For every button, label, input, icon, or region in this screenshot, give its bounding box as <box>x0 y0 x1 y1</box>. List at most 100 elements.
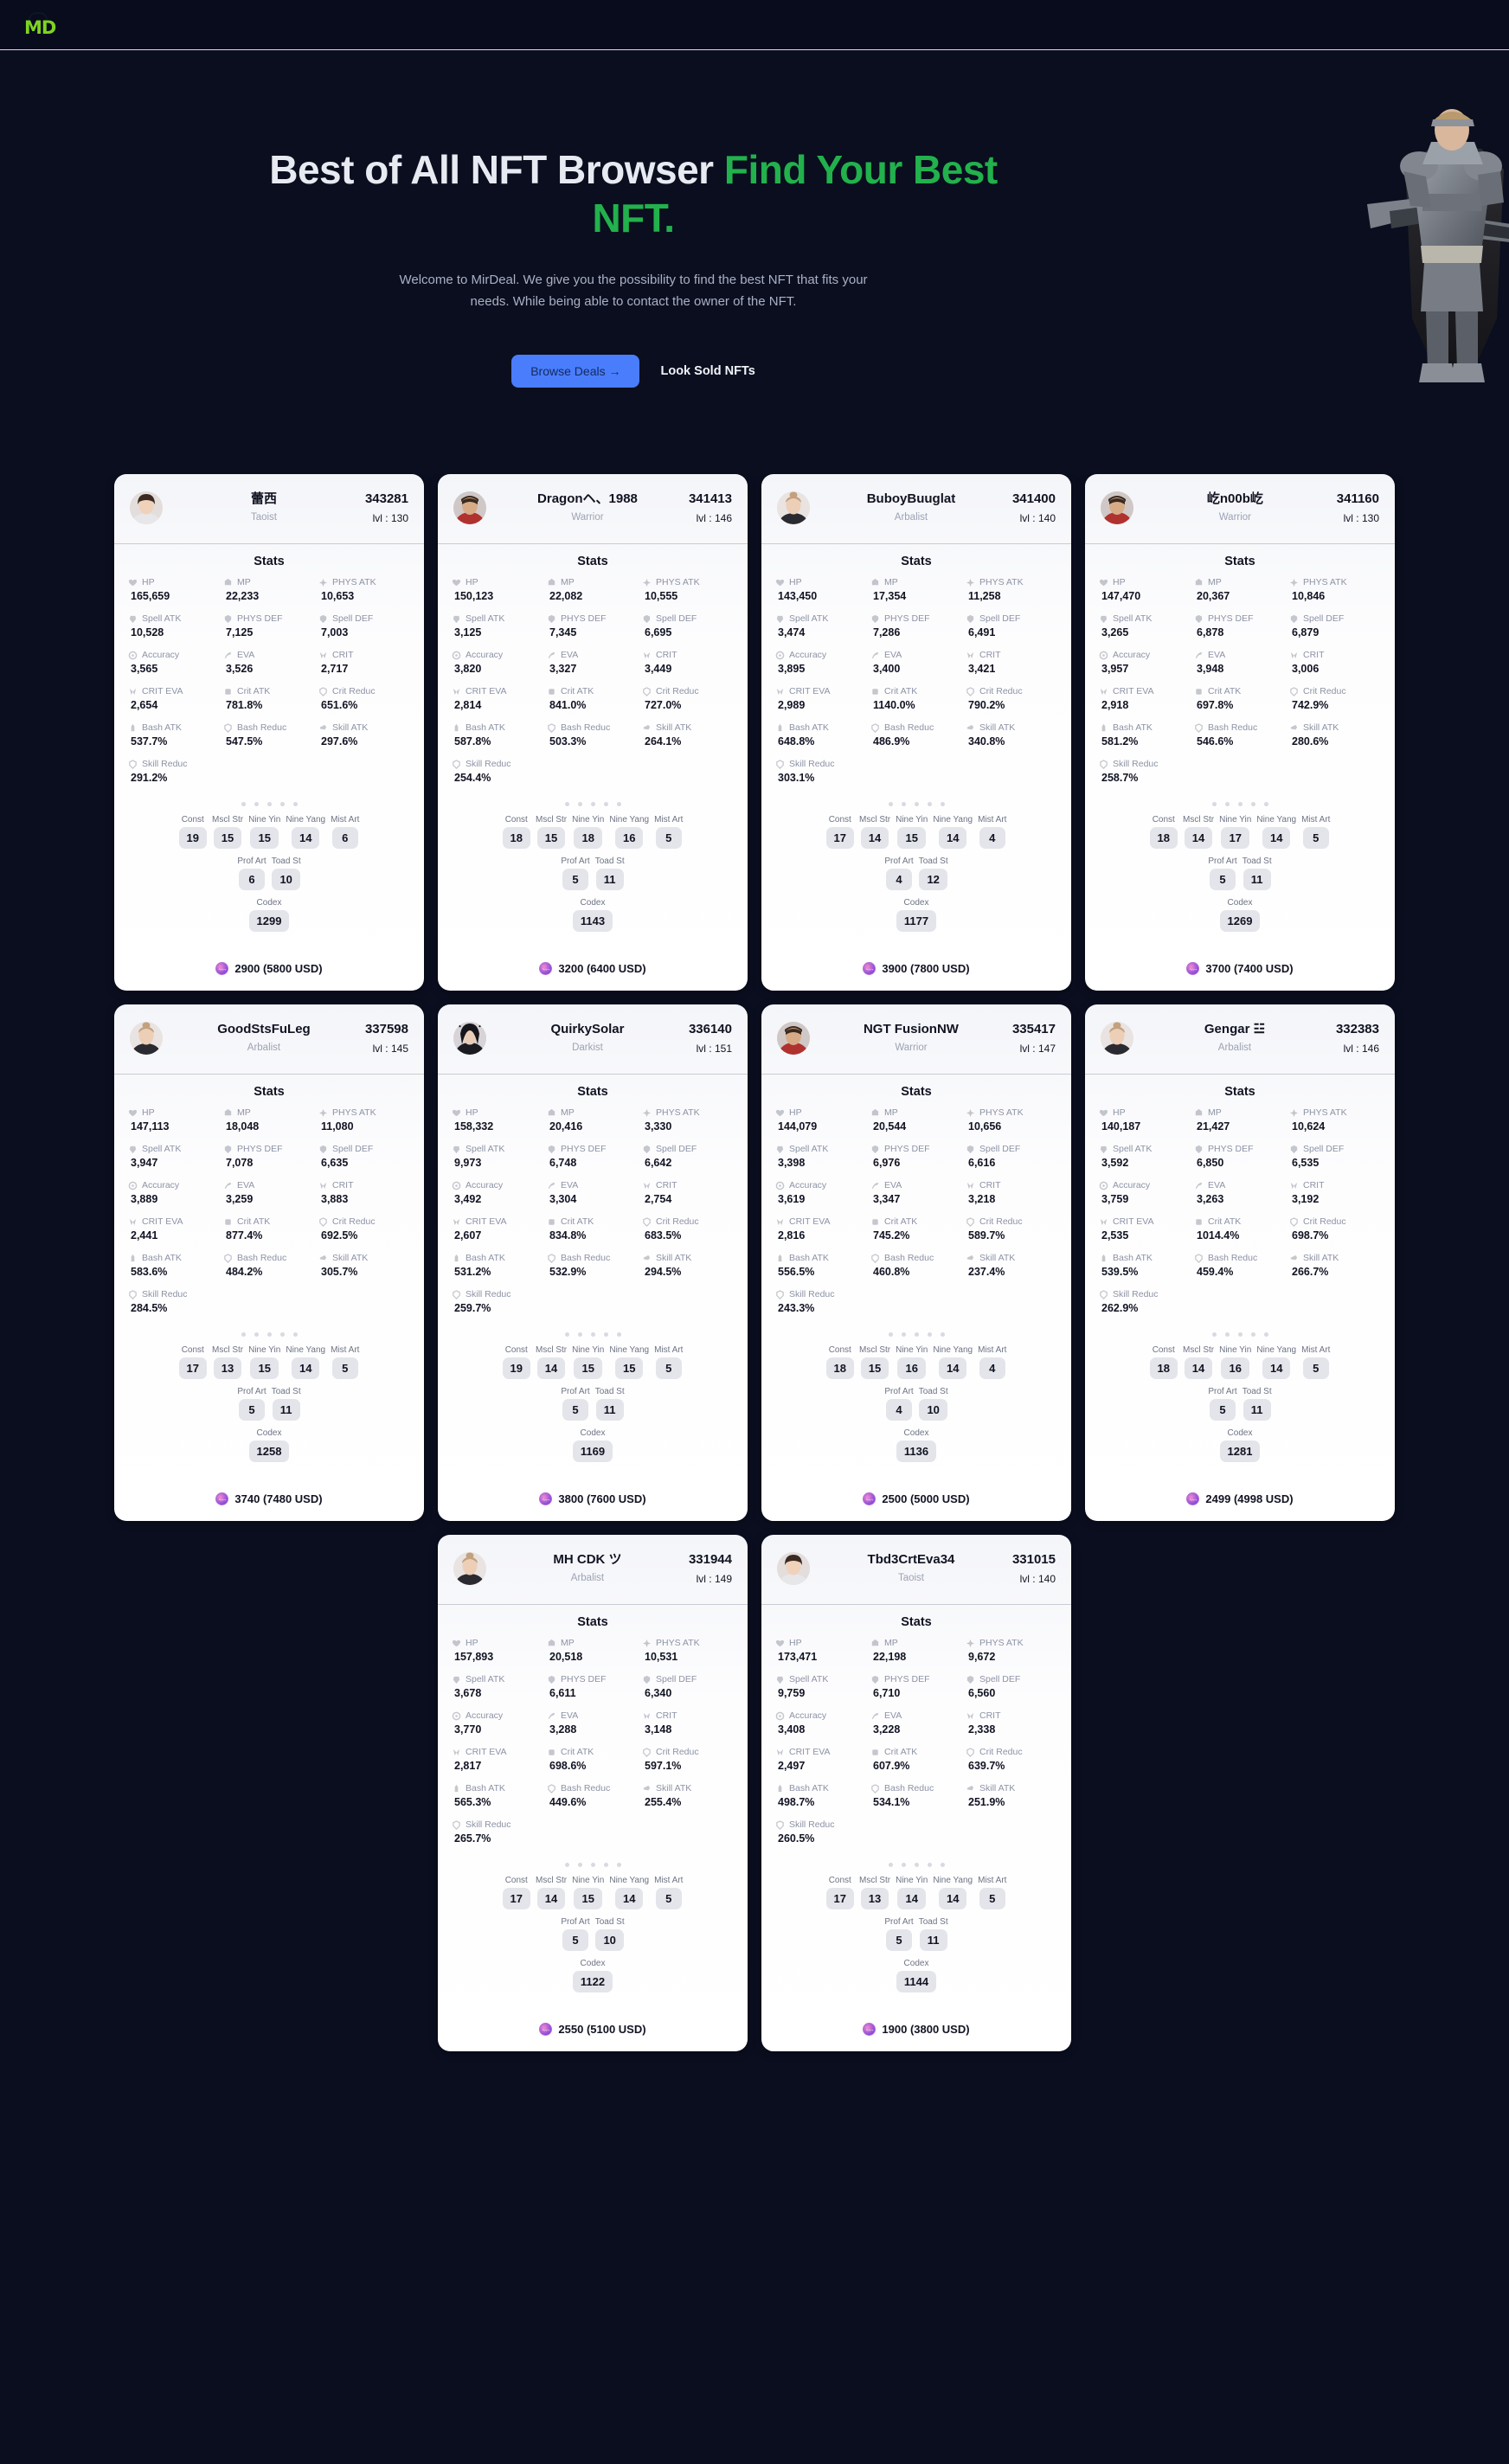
avatar <box>130 1022 163 1055</box>
attribute-label: Mscl Str <box>535 815 568 825</box>
attribute-value: 14 <box>536 1357 566 1379</box>
stat-crit-eva-icon <box>128 687 138 696</box>
stats-grid: HP 147,113 MP 18,048 PHYS ATK 11,080 Spell ATK… <box>128 1107 410 1319</box>
attribute-value: 15 <box>536 827 566 849</box>
stat-value: 727.0% <box>645 698 682 711</box>
browse-deals-button[interactable]: Browse Deals → <box>511 354 640 388</box>
stat-item: Accuracy 3,895 <box>775 650 867 679</box>
nft-card[interactable]: 蕾西 Taoist 343281 lvl : 130 Stats HP 165,659 MP 2… <box>114 474 424 991</box>
stat-phys-def-icon <box>1194 614 1204 624</box>
nft-meta: 335417 lvl : 147 <box>1012 1022 1056 1055</box>
attribute-label: Mscl Str <box>535 1876 568 1885</box>
separator-dots <box>775 1849 1057 1876</box>
stat-label: HP <box>1099 577 1191 588</box>
attribute-row-secondary: Prof Art 5 Toad St 11 <box>137 1387 401 1421</box>
attribute-value: 19 <box>178 827 207 849</box>
avatar <box>777 1022 810 1055</box>
stat-value: 266.7% <box>1292 1265 1329 1278</box>
nft-class: Taoist <box>250 511 277 523</box>
stat-label: MP <box>547 577 639 588</box>
attribute-value: 17 <box>178 1357 207 1379</box>
stat-item: Skill ATK 237.4% <box>966 1253 1057 1282</box>
attribute-primary-1: Mscl Str 13 <box>859 1876 890 1909</box>
nft-card[interactable]: BuboyBuuglat Arbalist 341400 lvl : 140 Stats… <box>761 474 1071 991</box>
separator-dots <box>452 1849 734 1876</box>
attribute-label: Nine Yin <box>572 1876 605 1885</box>
stat-label: Spell DEF <box>966 613 1057 625</box>
attribute-label: Nine Yang <box>609 1345 650 1355</box>
stat-crit-atk-icon <box>547 687 556 696</box>
stat-item: HP 147,113 <box>128 1107 220 1137</box>
stat-value: 9,672 <box>968 1650 996 1663</box>
stat-value: 834.8% <box>549 1229 587 1242</box>
stat-skill-reduc-icon <box>452 759 461 769</box>
stat-name: Bash Reduc <box>884 1253 934 1263</box>
stat-bash-reduc-icon <box>870 1783 880 1793</box>
nft-meta: 343281 lvl : 130 <box>365 491 408 524</box>
stat-phys-atk-icon <box>318 578 328 587</box>
stat-skill-atk-icon <box>642 723 652 733</box>
attribute-section: Const 17 Mscl Str 14 Nine Yin 15 Nine Yang 14 Mi… <box>775 815 1057 932</box>
stat-item: Crit Reduc 589.7% <box>966 1216 1057 1246</box>
stat-hp-icon <box>1099 578 1108 587</box>
nft-card[interactable]: Tbd3CrtEva34 Taoist 331015 lvl : 140 Stats HP… <box>761 1535 1071 2051</box>
stat-value: 3,565 <box>131 662 158 675</box>
attribute-label: Nine Yang <box>286 1345 326 1355</box>
nft-card[interactable]: QuirkySolar Darkist 336140 lvl : 151 Stats HP… <box>438 1004 748 1521</box>
nft-id: 331015 <box>1011 1552 1056 1567</box>
stat-bash-reduc-icon <box>870 1253 880 1263</box>
brand-logo[interactable]: MD <box>22 10 56 40</box>
stat-item: Crit Reduc 727.0% <box>642 686 734 715</box>
nft-class: Arbalist <box>247 1042 281 1053</box>
attribute-row-primary: Const 17 Mscl Str 14 Nine Yin 15 Nine Yang 14 Mi… <box>460 1876 725 1909</box>
stat-value: 22,233 <box>226 589 260 602</box>
price-text: 3700 (7400 USD) <box>1205 962 1294 975</box>
stat-label: MP <box>870 577 962 588</box>
attribute-row-primary: Const 19 Mscl Str 14 Nine Yin 15 Nine Yang 15 Mi… <box>460 1345 725 1379</box>
stat-phys-atk-icon <box>966 578 975 587</box>
attribute-row-primary: Const 19 Mscl Str 15 Nine Yin 15 Nine Yang 14 Mi… <box>137 815 401 849</box>
attribute-codex-0: Codex 1122 <box>572 1959 613 1992</box>
nft-card[interactable]: 屹n00b屹 Warrior 341160 lvl : 130 Stats HP 147,4… <box>1085 474 1395 991</box>
attribute-label: Const <box>1152 1345 1175 1355</box>
stat-name: CRIT EVA <box>466 1747 507 1757</box>
stat-label: Crit ATK <box>1194 686 1286 697</box>
stat-label: Bash ATK <box>775 1253 867 1264</box>
stat-label: Spell ATK <box>1099 613 1191 625</box>
stat-name: HP <box>789 1638 802 1648</box>
stat-label: Accuracy <box>1099 1180 1191 1191</box>
stat-name: Bash ATK <box>466 722 505 733</box>
avatar <box>453 491 486 524</box>
dot <box>279 1332 285 1337</box>
stat-value: 251.9% <box>968 1795 1005 1808</box>
stat-phys-atk-icon <box>1289 578 1299 587</box>
stat-label: CRIT <box>642 1710 734 1722</box>
separator-dots <box>452 1319 734 1345</box>
stat-item: Spell DEF 6,642 <box>642 1144 734 1173</box>
attribute-secondary-0: Prof Art 6 <box>237 857 266 890</box>
stat-name: CRIT EVA <box>789 1747 831 1757</box>
stat-name: Crit Reduc <box>1303 686 1346 696</box>
attribute-primary-4: Mist Art 5 <box>654 815 683 849</box>
nft-card[interactable]: Gengar ☳ Arbalist 332383 lvl : 146 Stats HP 14… <box>1085 1004 1395 1521</box>
nft-identity: QuirkySolar Darkist <box>486 1022 689 1053</box>
stat-phys-atk-icon <box>642 578 652 587</box>
nft-price: 2500 (5000 USD) <box>761 1470 1071 1521</box>
stat-name: CRIT <box>1303 1180 1325 1190</box>
stat-item: CRIT EVA 2,441 <box>128 1216 220 1246</box>
stat-value: 3,895 <box>778 662 806 675</box>
stat-label: Skill ATK <box>642 722 734 734</box>
stat-label: Spell DEF <box>642 1144 734 1155</box>
nft-card[interactable]: Dragonヘ、1988 Warrior 341413 lvl : 146 Stats H… <box>438 474 748 991</box>
nft-card[interactable]: MH CDK ツ Arbalist 331944 lvl : 149 Stats HP 15… <box>438 1535 748 2051</box>
avatar <box>777 491 810 524</box>
nft-card[interactable]: GoodStsFuLeg Arbalist 337598 lvl : 145 Stats… <box>114 1004 424 1521</box>
stat-name: Spell ATK <box>466 613 505 624</box>
stat-name: HP <box>142 577 155 587</box>
look-sold-nfts-button[interactable]: Look Sold NFTs <box>660 364 754 378</box>
stat-value: 3,526 <box>226 662 254 675</box>
nft-card[interactable]: NGT FusionNW Warrior 335417 lvl : 147 Stats H… <box>761 1004 1071 1521</box>
stat-name: MP <box>1208 1107 1222 1118</box>
stat-label: MP <box>223 577 315 588</box>
attribute-value: 4 <box>886 1399 913 1421</box>
